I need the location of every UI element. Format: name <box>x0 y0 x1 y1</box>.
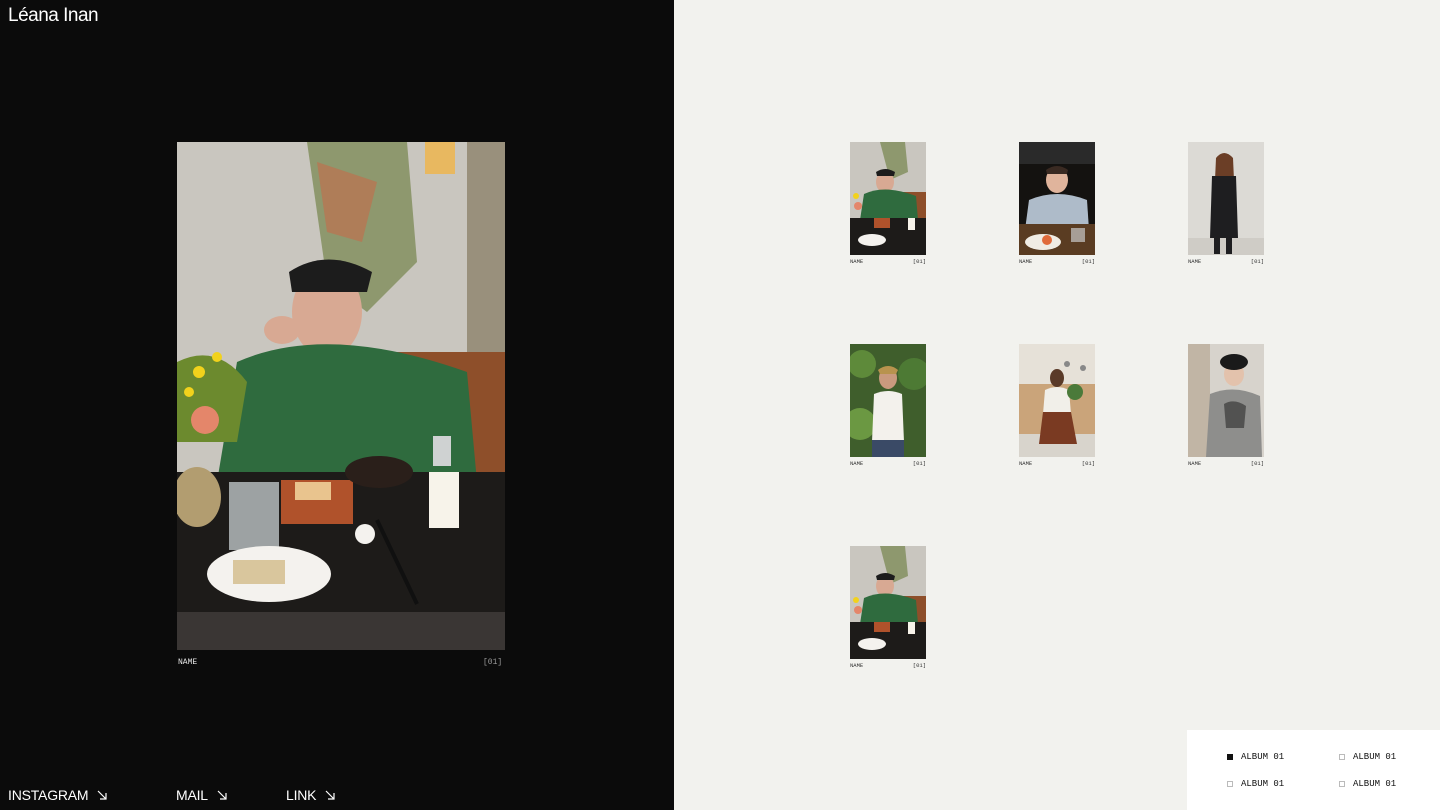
gallery-thumb[interactable] <box>850 546 926 659</box>
arrow-down-right-icon <box>217 790 227 800</box>
gallery-caption-number: [01] <box>1250 258 1264 265</box>
gallery-caption-number: [01] <box>1081 460 1095 467</box>
gallery-caption-name: NAME <box>1019 460 1033 467</box>
album-label: ALBUM 01 <box>1241 779 1285 789</box>
gallery-caption-number: [01] <box>912 662 926 669</box>
instagram-link-label: INSTAGRAM <box>8 787 89 803</box>
album-option[interactable]: ALBUM 01 <box>1339 779 1396 789</box>
gallery-caption: NAME [01] <box>1188 258 1264 265</box>
gallery-thumb[interactable] <box>1019 344 1095 457</box>
link-link-label: LINK <box>286 787 317 803</box>
gallery-caption-name: NAME <box>1188 258 1202 265</box>
hero-caption-name: NAME <box>178 658 198 667</box>
gallery-thumb[interactable] <box>1188 344 1264 457</box>
gallery-thumb[interactable] <box>1188 142 1264 255</box>
gallery-caption-name: NAME <box>850 258 864 265</box>
mail-link[interactable]: MAIL <box>176 787 228 803</box>
gallery-caption-name: NAME <box>1188 460 1202 467</box>
album-label: ALBUM 01 <box>1353 752 1397 762</box>
instagram-link[interactable]: INSTAGRAM <box>8 787 108 803</box>
checkbox-empty-icon <box>1339 781 1345 787</box>
gallery-caption: NAME [01] <box>850 662 926 669</box>
gallery-caption-number: [01] <box>1081 258 1095 265</box>
arrow-down-right-icon <box>97 790 107 800</box>
link-link[interactable]: LINK <box>286 787 336 803</box>
gallery-caption-name: NAME <box>850 460 864 467</box>
album-option[interactable]: ALBUM 01 <box>1227 752 1284 762</box>
gallery-thumb[interactable] <box>850 344 926 457</box>
site-title[interactable]: Léana Inan <box>8 5 99 27</box>
gallery-caption-number: [01] <box>912 258 926 265</box>
checkbox-empty-icon <box>1227 781 1233 787</box>
left-panel: Léana Inan NAME [01] INSTAGRAM MAIL LINK <box>0 0 674 810</box>
gallery-caption: NAME [01] <box>1019 258 1095 265</box>
arrow-down-right-icon <box>325 790 335 800</box>
gallery-caption: NAME [01] <box>1019 460 1095 467</box>
gallery-caption-name: NAME <box>1019 258 1033 265</box>
hero-caption-number: [01] <box>483 658 503 667</box>
checkbox-filled-icon <box>1227 754 1233 760</box>
gallery-thumb[interactable] <box>1019 142 1095 255</box>
gallery-thumb[interactable] <box>850 142 926 255</box>
gallery-caption-number: [01] <box>1250 460 1264 467</box>
gallery-caption: NAME [01] <box>1188 460 1264 467</box>
gallery-caption: NAME [01] <box>850 460 926 467</box>
album-label: ALBUM 01 <box>1353 779 1397 789</box>
hero-photo[interactable] <box>177 142 505 650</box>
gallery-caption-number: [01] <box>912 460 926 467</box>
album-selector: ALBUM 01 ALBUM 01 ALBUM 01 ALBUM 01 <box>1187 730 1440 810</box>
mail-link-label: MAIL <box>176 787 208 803</box>
checkbox-empty-icon <box>1339 754 1345 760</box>
album-label: ALBUM 01 <box>1241 752 1285 762</box>
gallery-caption-name: NAME <box>850 662 864 669</box>
album-option[interactable]: ALBUM 01 <box>1227 779 1284 789</box>
gallery-caption: NAME [01] <box>850 258 926 265</box>
album-option[interactable]: ALBUM 01 <box>1339 752 1396 762</box>
